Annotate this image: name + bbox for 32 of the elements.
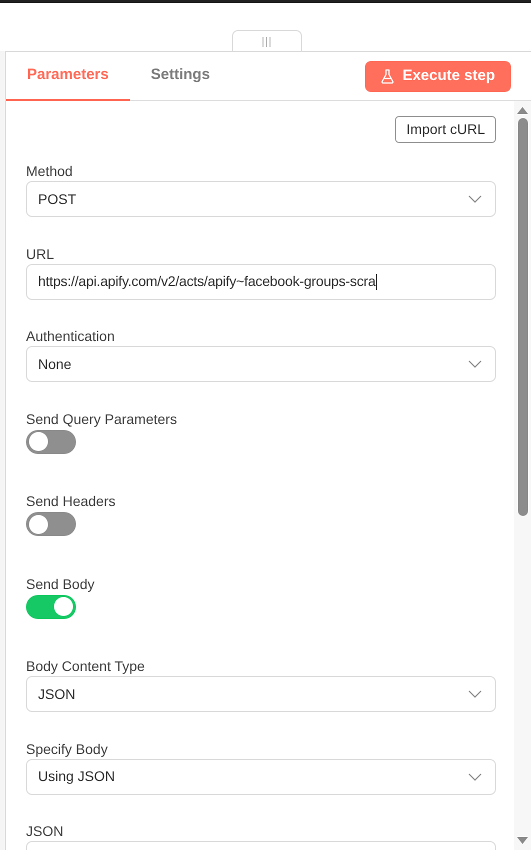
drag-handle[interactable] — [232, 30, 302, 52]
select-value: None — [38, 354, 72, 374]
scroll-down-arrow-icon[interactable] — [517, 837, 528, 844]
scroll-up-arrow-icon[interactable] — [517, 107, 528, 114]
select-field[interactable]: Using JSON — [26, 758, 496, 794]
toggle-switch[interactable] — [26, 594, 76, 618]
select-value: JSON — [38, 684, 76, 704]
select-value: POST — [38, 190, 76, 208]
chevron-down-icon — [468, 195, 482, 203]
select-field[interactable]: POST — [26, 181, 496, 217]
field-label: Authentication — [26, 327, 116, 345]
flask-icon — [381, 68, 394, 84]
select-field[interactable]: None — [26, 346, 496, 382]
select-field[interactable]: JSON — [26, 676, 496, 712]
field-label: Send Query Parameters — [26, 410, 178, 428]
grip-icon — [262, 36, 271, 46]
field-label: Send Body — [26, 574, 96, 592]
select-value: Using JSON — [38, 767, 116, 786]
url-input-field[interactable]: https://api.apify.com/v2/acts/apify~facebook-groups-scra — [26, 264, 496, 300]
field-label: Send Headers — [26, 492, 117, 510]
field-label: JSON — [26, 822, 64, 840]
field-label: Method — [26, 162, 74, 180]
import-curl-button[interactable]: Import cURL — [395, 116, 496, 143]
tab[interactable]: Settings — [130, 52, 231, 101]
field-label: Body Content Type — [26, 657, 146, 675]
toggle-switch[interactable] — [26, 430, 76, 454]
chevron-down-icon — [468, 360, 482, 368]
toggle-switch[interactable] — [26, 512, 76, 536]
field-label: Specify Body — [26, 740, 109, 758]
chevron-down-icon — [468, 772, 482, 780]
chevron-down-icon — [468, 690, 482, 698]
field-label: URL — [26, 244, 56, 262]
